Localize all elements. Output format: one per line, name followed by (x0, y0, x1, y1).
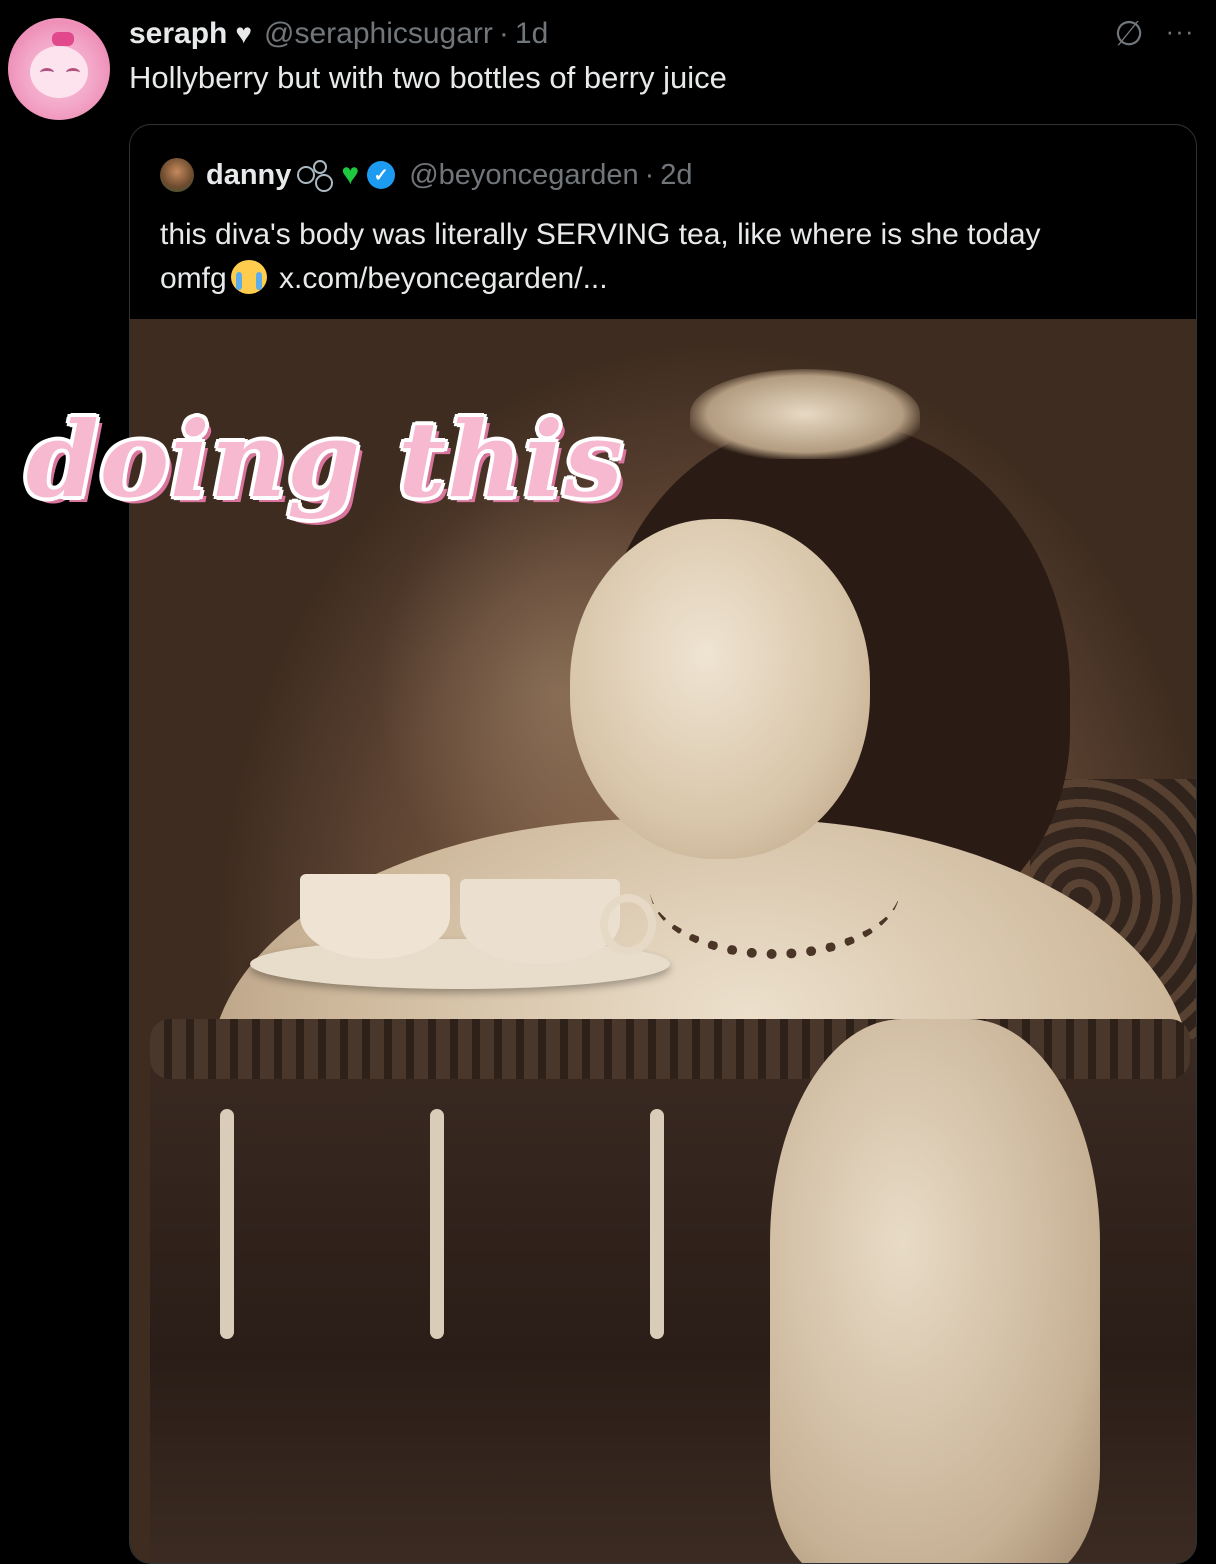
quote-time[interactable]: 2d (660, 159, 692, 192)
quote-separator: · (644, 158, 655, 191)
overlay-caption: doing this (26, 398, 624, 521)
quote-text: this diva's body was literally SERVING t… (160, 213, 1170, 301)
author-avatar[interactable] (8, 18, 110, 120)
dress-stripe (430, 1109, 444, 1339)
dress-stripe (220, 1109, 234, 1339)
author-name[interactable]: seraph (129, 17, 227, 51)
tweet-header: seraph ♥ @seraphicsugarr · 1d (129, 14, 548, 54)
bubbles-icon (295, 158, 335, 192)
quote-link[interactable]: x.com/beyoncegarden/... (279, 262, 608, 295)
quote-text-line1: this diva's body was literally SERVING t… (160, 218, 1041, 251)
quote-author-handle[interactable]: @beyoncegarden (409, 159, 638, 192)
quote-header: danny ♥ ✓ @beyoncegarden · 2d (160, 155, 693, 195)
more-icon[interactable]: ··· (1160, 14, 1200, 54)
tweet-text: Hollyberry but with two bottles of berry… (129, 60, 727, 95)
photo-face (570, 519, 870, 859)
quote-text-prefix: omfg (160, 262, 227, 295)
photo-cup-handle (600, 894, 656, 955)
verified-badge-icon: ✓ (367, 161, 396, 189)
photo-arm (770, 1019, 1100, 1563)
avatar-eye-left (40, 68, 54, 77)
green-heart-icon: ♥ (341, 158, 360, 191)
heart-icon: ♥ (235, 18, 253, 49)
author-handle[interactable]: @seraphicsugarr (264, 17, 493, 51)
tweet-time[interactable]: 1d (515, 17, 548, 51)
separator: · (498, 17, 509, 50)
photo-necklace (650, 819, 900, 959)
photo-saucer (250, 939, 670, 989)
quoted-tweet[interactable]: danny ♥ ✓ @beyoncegarden · 2d this diva'… (129, 124, 1197, 1564)
dress-stripe (650, 1109, 664, 1339)
quote-avatar[interactable] (160, 158, 194, 192)
grok-icon[interactable]: ∅ (1112, 14, 1146, 54)
photo-teacup-right (460, 879, 620, 964)
crying-face-emoji (230, 260, 267, 294)
avatar-eye-right (66, 68, 80, 77)
quote-author-name[interactable]: danny (206, 159, 291, 192)
photo-teacup-left (300, 874, 450, 959)
avatar-bow (52, 32, 74, 46)
photo-tiara (690, 369, 920, 459)
